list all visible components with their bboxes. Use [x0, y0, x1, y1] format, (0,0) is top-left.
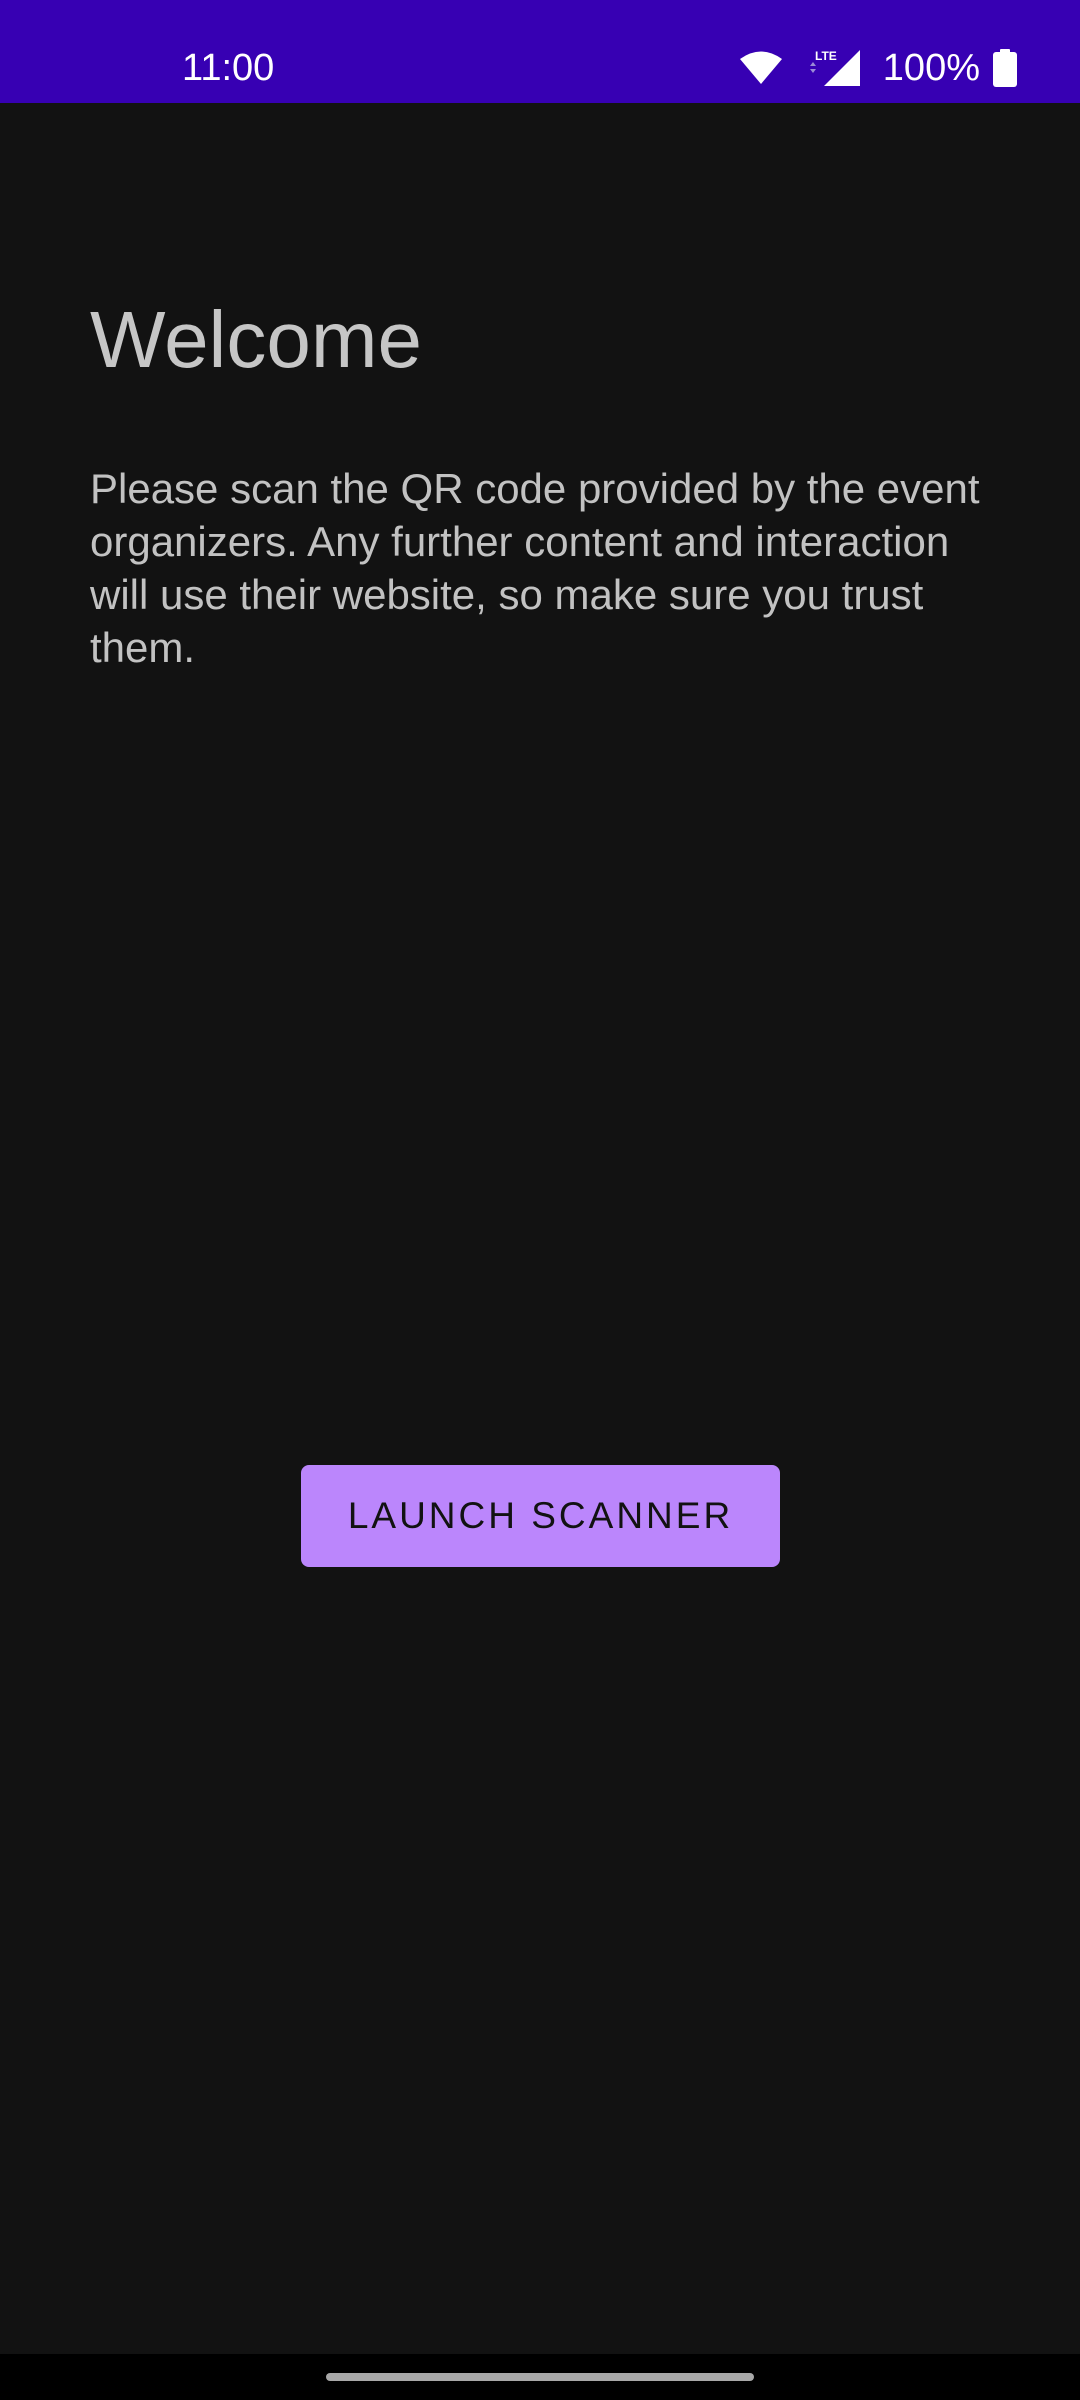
status-icons: LTE 100% — [739, 42, 1018, 94]
battery-percentage: 100% — [882, 47, 980, 89]
battery-icon — [992, 49, 1018, 87]
status-bar: 11:00 LTE 100% — [0, 0, 1080, 103]
wifi-icon — [739, 50, 783, 86]
welcome-description: Please scan the QR code provided by the … — [90, 465, 980, 671]
launch-scanner-button[interactable]: LAUNCH SCANNER — [301, 1465, 780, 1567]
app-screen: 11:00 LTE 100% Welcome Please scan the Q… — [0, 0, 1080, 2400]
home-gesture-handle[interactable] — [326, 2373, 754, 2381]
lte-signal-icon: LTE — [805, 48, 861, 88]
network-type-label: LTE — [815, 49, 837, 63]
page-title: Welcome — [90, 295, 422, 384]
status-time: 11:00 — [182, 47, 275, 89]
